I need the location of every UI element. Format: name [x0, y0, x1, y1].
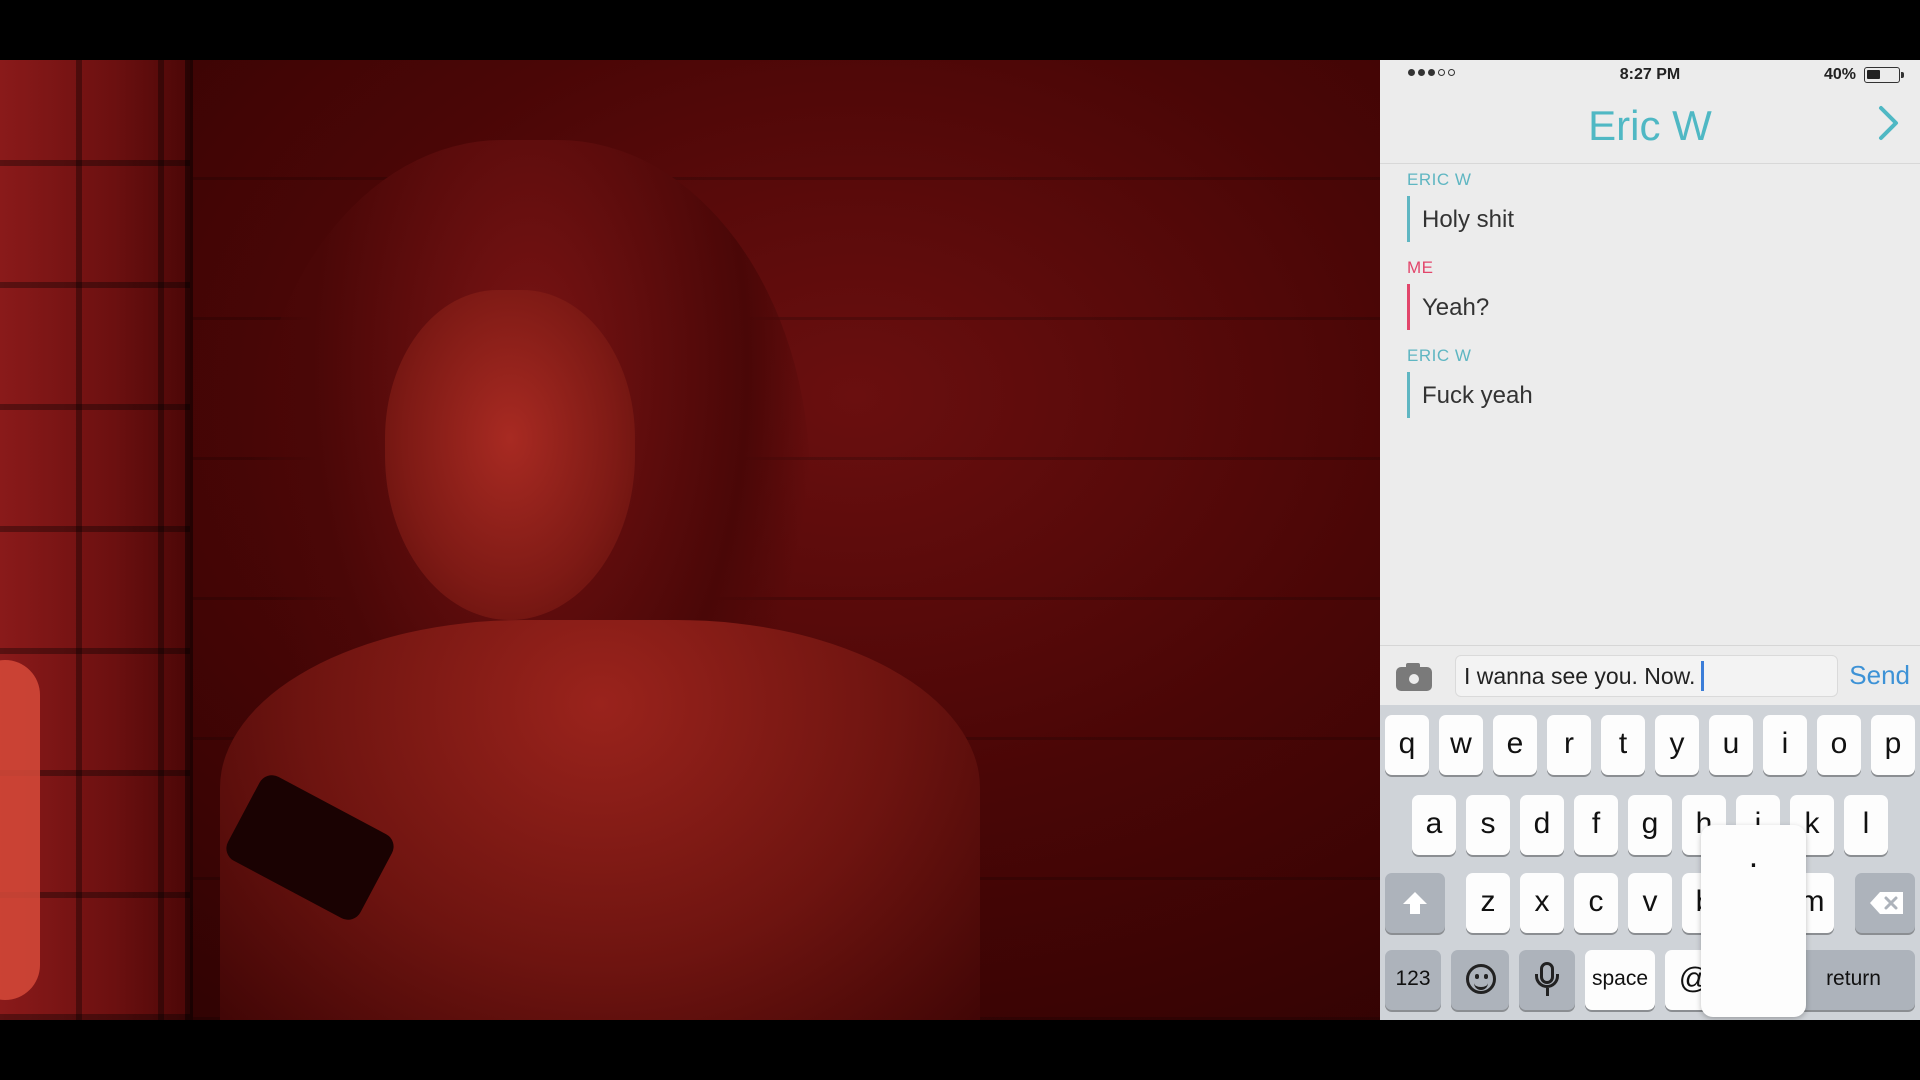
- chevron-right-icon[interactable]: [1878, 102, 1900, 152]
- camera-icon[interactable]: [1394, 660, 1434, 692]
- film-still: [0, 60, 1380, 1020]
- key-g[interactable]: g: [1628, 795, 1672, 855]
- keyboard: q w e r t y u i o p a s d f g h j k l z …: [1380, 705, 1920, 1020]
- key-c[interactable]: c: [1574, 873, 1618, 933]
- key-i[interactable]: i: [1763, 715, 1807, 775]
- wall-seam: [185, 60, 193, 1020]
- emoji-key[interactable]: [1451, 950, 1509, 1010]
- text-caret: [1701, 661, 1705, 691]
- composer-bar: I wanna see you. Now. Send: [1380, 645, 1920, 705]
- key-p[interactable]: p: [1871, 715, 1915, 775]
- message-sender: ERIC W: [1407, 346, 1472, 365]
- key-a[interactable]: a: [1412, 795, 1456, 855]
- key-t[interactable]: t: [1601, 715, 1645, 775]
- send-button[interactable]: Send: [1849, 660, 1910, 691]
- key-d[interactable]: d: [1520, 795, 1564, 855]
- message: ERIC W Fuck yeah: [1407, 346, 1907, 418]
- shift-key[interactable]: [1385, 873, 1445, 933]
- message: ERIC W Holy shit: [1407, 170, 1907, 242]
- message-list: ERIC W Holy shit ME Yeah? ERIC W Fuck ye…: [1407, 170, 1907, 434]
- dictation-key[interactable]: [1519, 950, 1575, 1010]
- message: ME Yeah?: [1407, 258, 1907, 330]
- space-key[interactable]: space: [1585, 950, 1655, 1010]
- key-preview-char: .: [1748, 837, 1759, 875]
- message-input-value: I wanna see you. Now.: [1464, 662, 1696, 689]
- key-e[interactable]: e: [1493, 715, 1537, 775]
- numbers-key[interactable]: 123: [1385, 950, 1441, 1010]
- battery-icon: [1864, 67, 1904, 83]
- key-preview-popup: .: [1701, 825, 1806, 1017]
- key-u[interactable]: u: [1709, 715, 1753, 775]
- message-sender: ME: [1407, 258, 1434, 277]
- letterbox-bottom: [0, 1020, 1920, 1080]
- message-text: Holy shit: [1407, 196, 1907, 242]
- person-face: [385, 290, 635, 620]
- delete-icon: [1870, 892, 1903, 914]
- key-o[interactable]: o: [1817, 715, 1861, 775]
- message-sender: ERIC W: [1407, 170, 1472, 189]
- key-y[interactable]: y: [1655, 715, 1699, 775]
- key-v[interactable]: v: [1628, 873, 1672, 933]
- delete-key[interactable]: [1855, 873, 1915, 933]
- message-text: Yeah?: [1407, 284, 1907, 330]
- conversation-title: Eric W: [1588, 102, 1712, 149]
- phone-screen: 8:27 PM 40% Eric W ERIC W Holy shit ME Y…: [1380, 60, 1920, 1020]
- shift-icon: [1403, 892, 1427, 914]
- lamp: [0, 660, 40, 1000]
- key-q[interactable]: q: [1385, 715, 1429, 775]
- return-key[interactable]: return: [1792, 950, 1915, 1010]
- message-input[interactable]: I wanna see you. Now.: [1455, 655, 1838, 697]
- emoji-icon: [1466, 964, 1496, 994]
- key-r[interactable]: r: [1547, 715, 1591, 775]
- key-s[interactable]: s: [1466, 795, 1510, 855]
- key-l[interactable]: l: [1844, 795, 1888, 855]
- letterbox-top: [0, 0, 1920, 60]
- header-divider: [1380, 163, 1920, 164]
- battery-percent: 40%: [1823, 66, 1856, 83]
- key-w[interactable]: w: [1439, 715, 1483, 775]
- key-x[interactable]: x: [1520, 873, 1564, 933]
- key-f[interactable]: f: [1574, 795, 1618, 855]
- key-z[interactable]: z: [1466, 873, 1510, 933]
- status-bar: 8:27 PM 40%: [1380, 60, 1920, 90]
- message-text: Fuck yeah: [1407, 372, 1907, 418]
